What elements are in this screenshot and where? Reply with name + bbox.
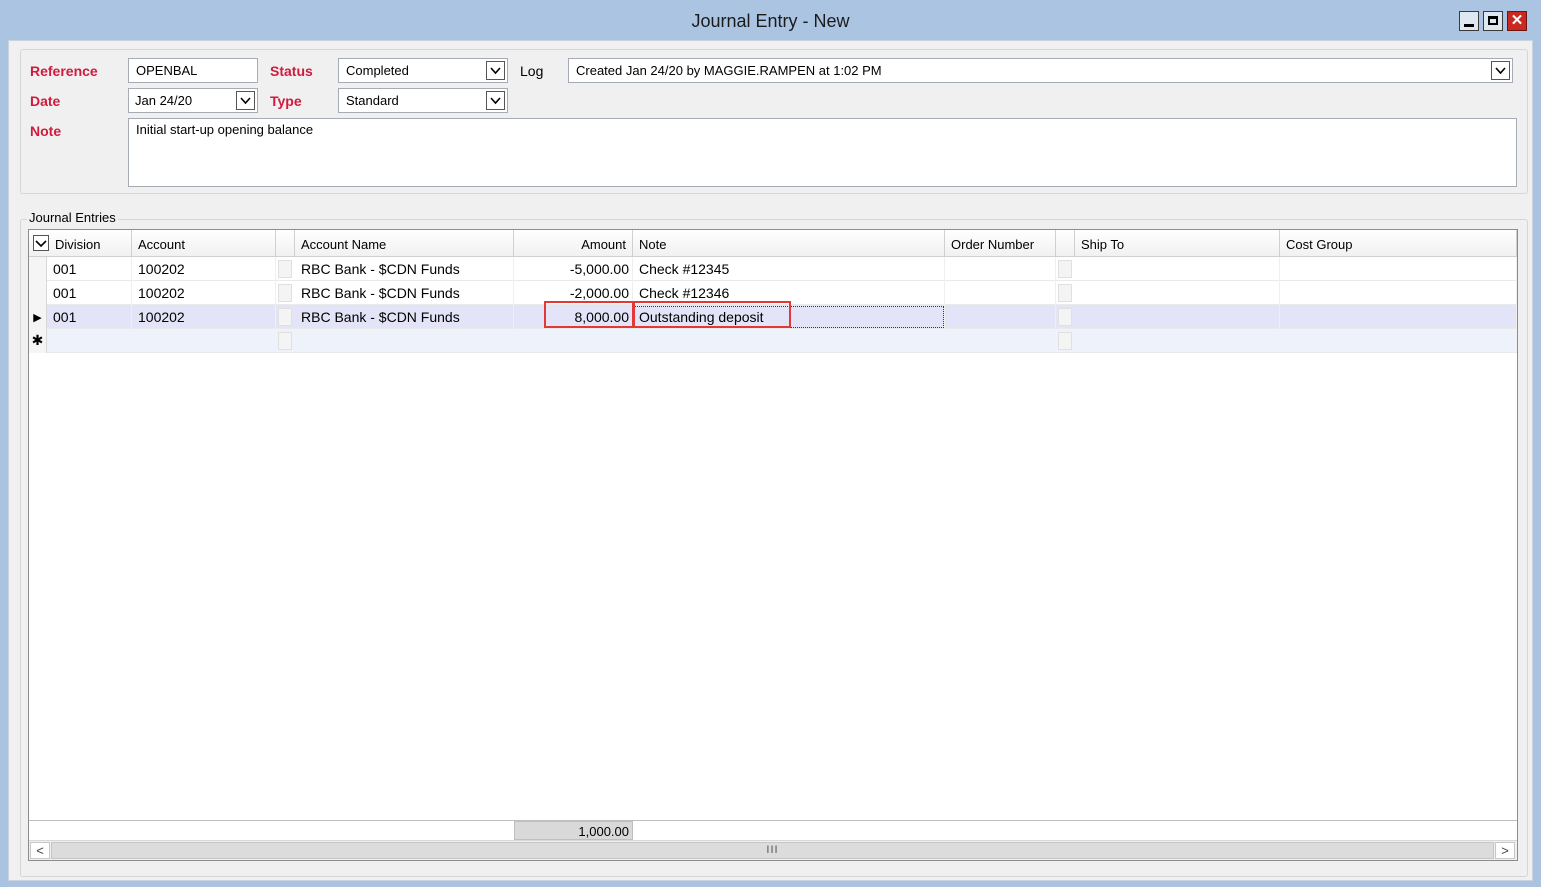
account-cell[interactable]: 100202 [132, 305, 276, 329]
date-picker[interactable]: Jan 24/20 [128, 88, 258, 113]
division-header-label: Division [55, 237, 101, 252]
column-header-ship-to[interactable]: Ship To [1075, 230, 1280, 257]
account-name-cell[interactable]: RBC Bank - $CDN Funds [295, 305, 514, 329]
chevron-down-icon [35, 240, 47, 248]
reference-label: Reference [30, 63, 98, 79]
note-label: Note [30, 123, 62, 139]
column-header-order-lookup[interactable] [1056, 230, 1075, 257]
account-lookup-button[interactable] [278, 332, 292, 350]
account-name-cell[interactable]: RBC Bank - $CDN Funds [295, 281, 514, 305]
chevron-down-icon [1495, 67, 1506, 75]
amount-total: 1,000.00 [514, 821, 633, 840]
close-button[interactable]: ✕ [1507, 11, 1527, 31]
note-cell[interactable]: Check #12345 [633, 257, 945, 281]
date-value: Jan 24/20 [135, 93, 193, 108]
table-row-new[interactable]: ✱ [29, 329, 1517, 353]
log-dropdown-button[interactable] [1491, 61, 1510, 80]
account-cell[interactable]: 100202 [132, 281, 276, 305]
scrollbar-thumb[interactable]: III [51, 842, 1494, 859]
close-icon: ✕ [1510, 12, 1524, 29]
journal-entries-grid[interactable]: Division Account Account Name Amount Not… [28, 229, 1518, 861]
amount-highlight-box [544, 301, 634, 328]
amount-cell[interactable]: -5,000.00 [514, 257, 633, 281]
order-lookup-button[interactable] [1058, 332, 1072, 350]
account-lookup-button[interactable] [278, 308, 292, 326]
log-value: Created Jan 24/20 by MAGGIE.RAMPEN at 1:… [576, 63, 882, 78]
journal-entries-caption: Journal Entries [27, 210, 118, 225]
horizontal-scrollbar[interactable]: < III > [29, 840, 1517, 860]
table-row[interactable]: 001 100202 RBC Bank - $CDN Funds -5,000.… [29, 257, 1517, 281]
note-highlight-box [633, 301, 791, 328]
account-lookup-button[interactable] [278, 260, 292, 278]
row-selector[interactable] [29, 257, 47, 281]
division-cell[interactable]: 001 [47, 281, 132, 305]
account-name-cell[interactable]: RBC Bank - $CDN Funds [295, 257, 514, 281]
status-value: Completed [346, 63, 409, 78]
totals-row: 1,000.00 [29, 820, 1517, 840]
log-label: Log [520, 63, 544, 79]
type-label: Type [270, 93, 302, 109]
order-lookup-button[interactable] [1058, 284, 1072, 302]
chevron-down-icon [240, 97, 251, 105]
scroll-right-button[interactable]: > [1495, 842, 1515, 859]
order-lookup-button[interactable] [1058, 308, 1072, 326]
current-row-indicator-icon[interactable]: ▶ [29, 305, 47, 329]
title-bar: Journal Entry - New ✕ [0, 0, 1541, 40]
new-row-icon[interactable]: ✱ [29, 329, 47, 353]
division-cell[interactable]: 001 [47, 305, 132, 329]
type-value: Standard [346, 93, 399, 108]
order-number-cell[interactable] [945, 305, 1056, 329]
account-lookup-button[interactable] [278, 284, 292, 302]
type-dropdown[interactable]: Standard [338, 88, 508, 113]
column-header-account-lookup[interactable] [276, 230, 295, 257]
order-lookup-button[interactable] [1058, 260, 1072, 278]
chevron-down-icon [490, 97, 501, 105]
log-dropdown[interactable]: Created Jan 24/20 by MAGGIE.RAMPEN at 1:… [568, 58, 1513, 83]
column-header-order-number[interactable]: Order Number [945, 230, 1056, 257]
column-header-account[interactable]: Account [132, 230, 276, 257]
order-number-cell[interactable] [945, 281, 1056, 305]
type-dropdown-button[interactable] [486, 91, 505, 110]
column-chooser-button[interactable] [33, 235, 49, 251]
window-title: Journal Entry - New [691, 11, 850, 31]
cost-group-cell[interactable] [1280, 281, 1517, 305]
date-label: Date [30, 93, 61, 109]
ship-to-cell[interactable] [1075, 305, 1280, 329]
reference-input[interactable]: OPENBAL [128, 58, 258, 83]
column-header-note[interactable]: Note [633, 230, 945, 257]
account-cell[interactable]: 100202 [132, 257, 276, 281]
maximize-button[interactable] [1483, 11, 1503, 31]
column-header-amount[interactable]: Amount [514, 230, 633, 257]
note-textarea[interactable]: Initial start-up opening balance [128, 118, 1517, 187]
minimize-icon [1464, 24, 1474, 27]
row-selector[interactable] [29, 281, 47, 305]
ship-to-cell[interactable] [1075, 257, 1280, 281]
division-cell[interactable]: 001 [47, 257, 132, 281]
ship-to-cell[interactable] [1075, 281, 1280, 305]
order-number-cell[interactable] [945, 257, 1056, 281]
status-label: Status [270, 63, 313, 79]
column-header-division[interactable]: Division [29, 230, 132, 257]
minimize-button[interactable] [1459, 11, 1479, 31]
window-client-area: Reference OPENBAL Status Completed Log C… [8, 40, 1533, 881]
maximize-icon [1488, 16, 1498, 25]
date-dropdown-button[interactable] [236, 91, 255, 110]
cost-group-cell[interactable] [1280, 257, 1517, 281]
chevron-down-icon [490, 67, 501, 75]
status-dropdown-button[interactable] [486, 61, 505, 80]
column-header-cost-group[interactable]: Cost Group [1280, 230, 1517, 257]
scroll-left-button[interactable]: < [30, 842, 50, 859]
status-dropdown[interactable]: Completed [338, 58, 508, 83]
cost-group-cell[interactable] [1280, 305, 1517, 329]
column-header-account-name[interactable]: Account Name [295, 230, 514, 257]
